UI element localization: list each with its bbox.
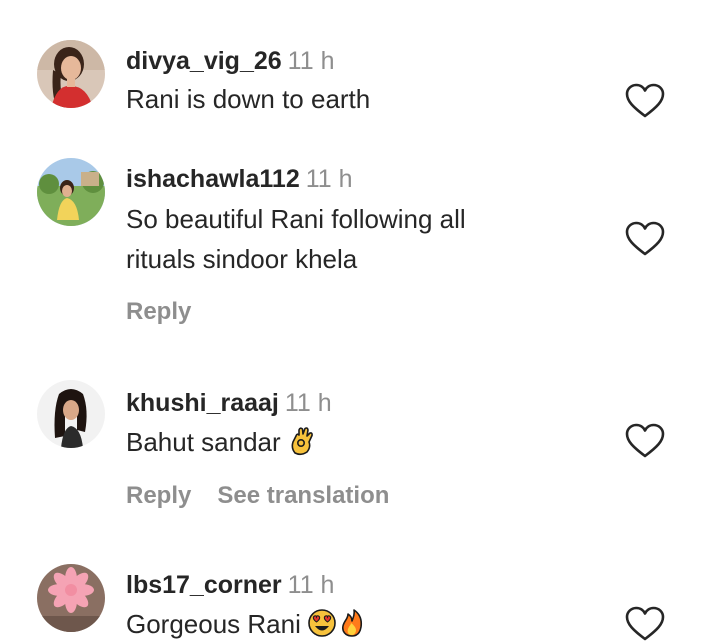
heart-outline-icon[interactable] [625, 606, 665, 642]
reply-button[interactable]: Reply [126, 298, 191, 325]
comment-text: Rani is down to earth [126, 79, 370, 119]
reply-button[interactable]: Reply [126, 482, 191, 509]
username[interactable]: ishachawla112 [126, 165, 300, 193]
heart-outline-icon[interactable] [625, 423, 665, 459]
see-translation-button[interactable]: See translation [217, 482, 389, 509]
username[interactable]: lbs17_corner [126, 571, 282, 599]
comment-actions: Reply [126, 298, 191, 326]
avatar[interactable] [37, 380, 105, 448]
avatar[interactable] [37, 158, 105, 226]
comment-text-line: rituals sindoor khela [126, 244, 358, 274]
comment-text-line: Gorgeous Rani [126, 609, 301, 639]
comment-header: divya_vig_26 11 h [126, 46, 334, 76]
comment-text-line: So beautiful Rani following all [126, 204, 466, 234]
comment-text: Gorgeous Rani [126, 604, 367, 644]
comment-header: ishachawla112 11 h [126, 164, 353, 194]
timestamp: 11 h [305, 165, 353, 193]
avatar[interactable] [37, 40, 105, 108]
avatar[interactable] [37, 564, 105, 632]
timestamp: 11 h [284, 389, 332, 417]
comment-text: So beautiful Rani following all rituals … [126, 199, 466, 279]
ok-hand-emoji [287, 426, 317, 456]
timestamp: 11 h [287, 571, 335, 599]
comment-header: lbs17_corner 11 h [126, 570, 334, 600]
timestamp: 11 h [287, 47, 335, 75]
comment-header: khushi_raaaj 11 h [126, 388, 332, 418]
heart-outline-icon[interactable] [625, 221, 665, 257]
username[interactable]: divya_vig_26 [126, 47, 282, 75]
comment-text: Bahut sandar [126, 422, 317, 462]
comment-text-line: Rani is down to earth [126, 84, 371, 114]
username[interactable]: khushi_raaaj [126, 389, 279, 417]
heart-eyes-emoji [307, 608, 337, 638]
fire-emoji [337, 608, 367, 638]
heart-outline-icon[interactable] [625, 83, 665, 119]
comment-text-line: Bahut sandar [126, 427, 281, 457]
comment-actions: Reply See translation [126, 482, 389, 510]
